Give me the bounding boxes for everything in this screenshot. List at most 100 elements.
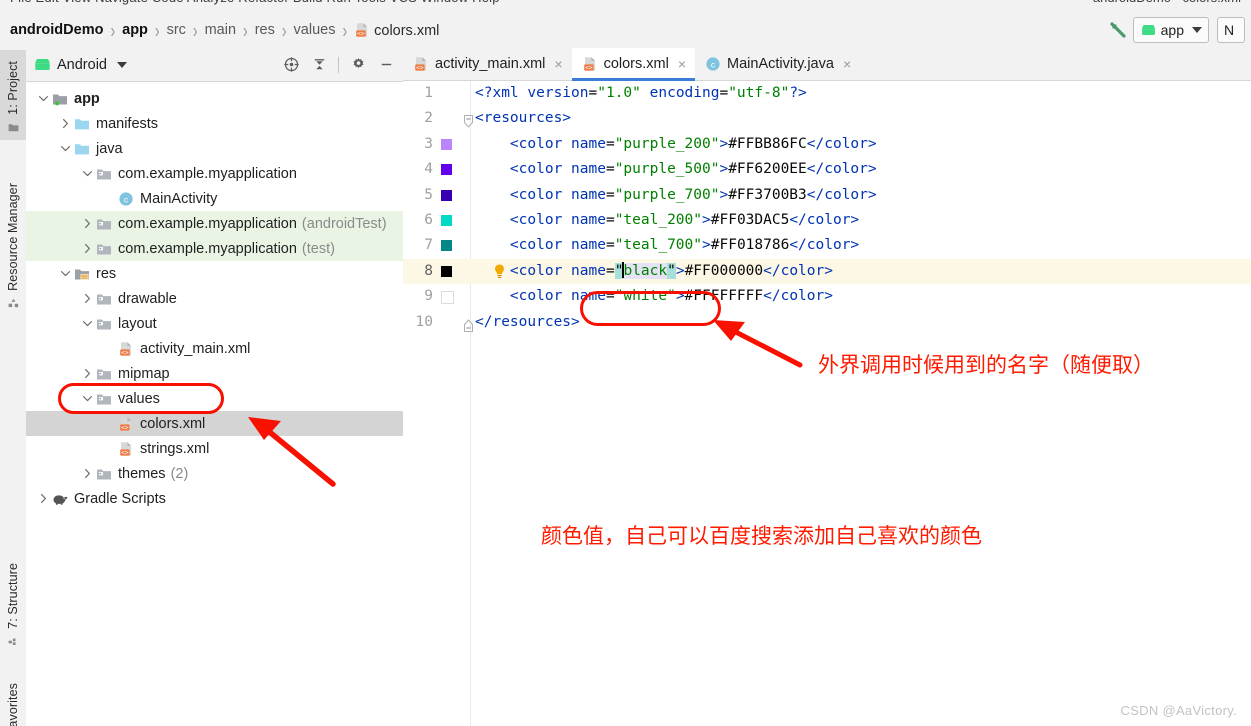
code-editor[interactable]: 1 <?xml version="1.0" encoding="utf-8"?> 2… — [403, 81, 1251, 726]
tree-item-manifests[interactable]: manifests — [26, 111, 403, 136]
tree-item-mainactivity[interactable]: c MainActivity — [26, 186, 403, 211]
chevron-right-icon[interactable] — [80, 241, 95, 256]
gradle-elephant-icon — [53, 494, 68, 505]
blue-folder-icon — [73, 116, 91, 132]
tree-item-java[interactable]: java — [26, 136, 403, 161]
tree-item-res[interactable]: res — [26, 261, 403, 286]
line-number: 9 — [424, 288, 433, 305]
watermark: CSDN @AaVictory. — [1120, 703, 1237, 718]
code-fold-handle[interactable] — [463, 112, 474, 129]
chevron-down-icon[interactable] — [80, 166, 95, 181]
close-icon[interactable]: × — [554, 56, 562, 72]
editor-tab-mainactivity-java[interactable]: c MainActivity.java × — [695, 48, 860, 80]
collapse-all-icon[interactable] — [306, 52, 332, 78]
color-preview-swatch[interactable] — [441, 164, 452, 176]
module-folder-icon — [51, 91, 69, 107]
tree-item-label: java — [96, 140, 123, 157]
chevron-right-icon — [63, 118, 68, 129]
editor-tab-bar[interactable]: <> activity_main.xml × <> colors.xml × c MainAc… — [403, 48, 1251, 81]
editor-tab-colors-xml[interactable]: <> colors.xml × — [571, 48, 696, 81]
svg-text:<>: <> — [121, 449, 129, 456]
chevron-right-icon[interactable] — [80, 466, 95, 481]
chevron-right-icon[interactable] — [58, 116, 73, 131]
tool-window-tab-1--project[interactable]: 1: Project — [0, 50, 26, 140]
code-text: <?xml version="1.0" encoding="utf-8"?> — [475, 85, 807, 101]
breadcrumb-item-main[interactable]: main — [205, 22, 236, 38]
code-line[interactable]: 7 <color name="teal_700">#FF018786</colo… — [403, 233, 1251, 258]
chevron-right-icon[interactable] — [80, 216, 95, 231]
tree-item-strings-xml[interactable]: <> strings.xml — [26, 436, 403, 461]
chevron-down-icon[interactable] — [80, 316, 95, 331]
tool-window-tab-7--structure[interactable]: 7: Structure — [0, 538, 26, 654]
build-hammer-icon[interactable] — [1103, 17, 1133, 43]
tree-item-drawable[interactable]: drawable — [26, 286, 403, 311]
next-toolbar-button[interactable]: N — [1217, 17, 1245, 43]
menu-bar-items[interactable]: File Edit View Navigate Code Analyze Ref… — [10, 0, 500, 5]
hide-panel-icon[interactable] — [373, 52, 399, 78]
tool-window-tab-label: Favorites — [6, 682, 20, 726]
color-preview-swatch[interactable] — [441, 291, 454, 305]
left-tool-window-bar: 1: Project Resource Manager 7: Structure Fa… — [0, 48, 27, 726]
breadcrumb-item-label: androidDemo — [10, 22, 104, 38]
code-line[interactable]: 10 </resources> — [403, 310, 1251, 335]
breadcrumb-item-values[interactable]: values — [294, 22, 336, 38]
chevron-down-icon — [82, 171, 93, 177]
select-opened-file-icon[interactable] — [278, 52, 304, 78]
color-preview-swatch[interactable] — [441, 240, 452, 252]
tree-item-label: activity_main.xml — [140, 340, 251, 357]
color-preview-swatch[interactable] — [441, 265, 452, 277]
run-configuration-selector[interactable]: app — [1132, 17, 1209, 43]
code-line[interactable]: 6 <color name="teal_200">#FF03DAC5</colo… — [403, 208, 1251, 233]
project-view-selector[interactable]: Android — [34, 57, 127, 73]
code-text: <color name="teal_700">#FF018786</color> — [509, 237, 860, 254]
xml-file-icon: <> — [117, 416, 135, 432]
color-preview-swatch[interactable] — [441, 138, 452, 150]
code-fold-handle[interactable] — [463, 316, 474, 332]
chevron-down-icon[interactable] — [58, 141, 73, 156]
code-lines[interactable]: 1 <?xml version="1.0" encoding="utf-8"?> 2… — [403, 81, 1251, 726]
breadcrumb-item-colors-xml[interactable]: <> colors.xml — [354, 22, 439, 39]
menu-bar[interactable]: File Edit View Navigate Code Analyze Ref… — [0, 0, 1251, 12]
code-line[interactable]: 1 <?xml version="1.0" encoding="utf-8"?> — [403, 81, 1251, 106]
breadcrumb-item-res[interactable]: res — [255, 22, 275, 38]
breadcrumb[interactable]: androidDemo › app › src › main › res › values › <> co… — [10, 18, 439, 41]
chevron-right-icon[interactable] — [80, 291, 95, 306]
tree-item-com-example-myapplication[interactable]: com.example.myapplication — [26, 161, 403, 186]
breadcrumb-item-app[interactable]: app — [122, 22, 148, 38]
tree-item-layout[interactable]: layout — [26, 311, 403, 336]
tree-item-app[interactable]: app — [26, 86, 403, 111]
tree-item-com-example-myapplication[interactable]: com.example.myapplication (androidTest) — [26, 211, 403, 236]
chevron-down-icon[interactable] — [58, 266, 73, 281]
code-line[interactable]: 3 <color name="purple_200">#FFBB86FC</co… — [403, 132, 1251, 157]
editor-tab-label: colors.xml — [603, 56, 669, 72]
tool-window-tab-favorites[interactable]: Favorites — [0, 668, 26, 726]
tree-item-themes[interactable]: themes (2) — [26, 461, 403, 486]
color-preview-swatch[interactable] — [441, 214, 452, 226]
code-line[interactable]: 2 <resources> — [403, 106, 1251, 131]
settings-gear-icon[interactable] — [345, 52, 371, 78]
close-icon[interactable]: × — [678, 56, 686, 72]
code-line[interactable]: 9 <color name="white">#FFFFFFFF</color> — [403, 284, 1251, 309]
toolbar-divider — [338, 56, 339, 73]
editor-tab-activity_main-xml[interactable]: <> activity_main.xml × — [403, 48, 572, 80]
tree-item-colors-xml[interactable]: <> colors.xml — [26, 411, 403, 436]
tree-item-com-example-myapplication[interactable]: com.example.myapplication (test) — [26, 236, 403, 261]
tool-window-tab-resource-manager[interactable]: Resource Manager — [0, 152, 26, 316]
chevron-down-icon[interactable] — [36, 91, 51, 106]
breadcrumb-item-androiddemo[interactable]: androidDemo — [10, 22, 103, 38]
code-line[interactable]: 8 <color name="black">#FF000000</color> — [403, 258, 1251, 285]
breadcrumb-item-src[interactable]: src — [167, 22, 186, 38]
color-preview-swatch[interactable] — [441, 189, 452, 201]
breadcrumb-item-label: main — [204, 22, 237, 38]
svg-text:<>: <> — [357, 30, 365, 37]
chevron-right-icon[interactable] — [36, 491, 51, 506]
breadcrumb-separator: › — [243, 18, 248, 42]
code-line[interactable]: 4 <color name="purple_500">#FF6200EE</co… — [403, 157, 1251, 182]
project-tree[interactable]: app manifests java com.example.myapplicatio… — [26, 82, 403, 511]
gradle-elephant-icon — [51, 491, 69, 507]
chevron-right-icon[interactable] — [80, 366, 95, 381]
code-line[interactable]: 5 <color name="purple_700">#FF3700B3</co… — [403, 183, 1251, 208]
close-icon[interactable]: × — [843, 56, 851, 72]
tree-item-activity_main-xml[interactable]: <> activity_main.xml — [26, 336, 403, 361]
tree-item-gradle-scripts[interactable]: Gradle Scripts — [26, 486, 403, 511]
